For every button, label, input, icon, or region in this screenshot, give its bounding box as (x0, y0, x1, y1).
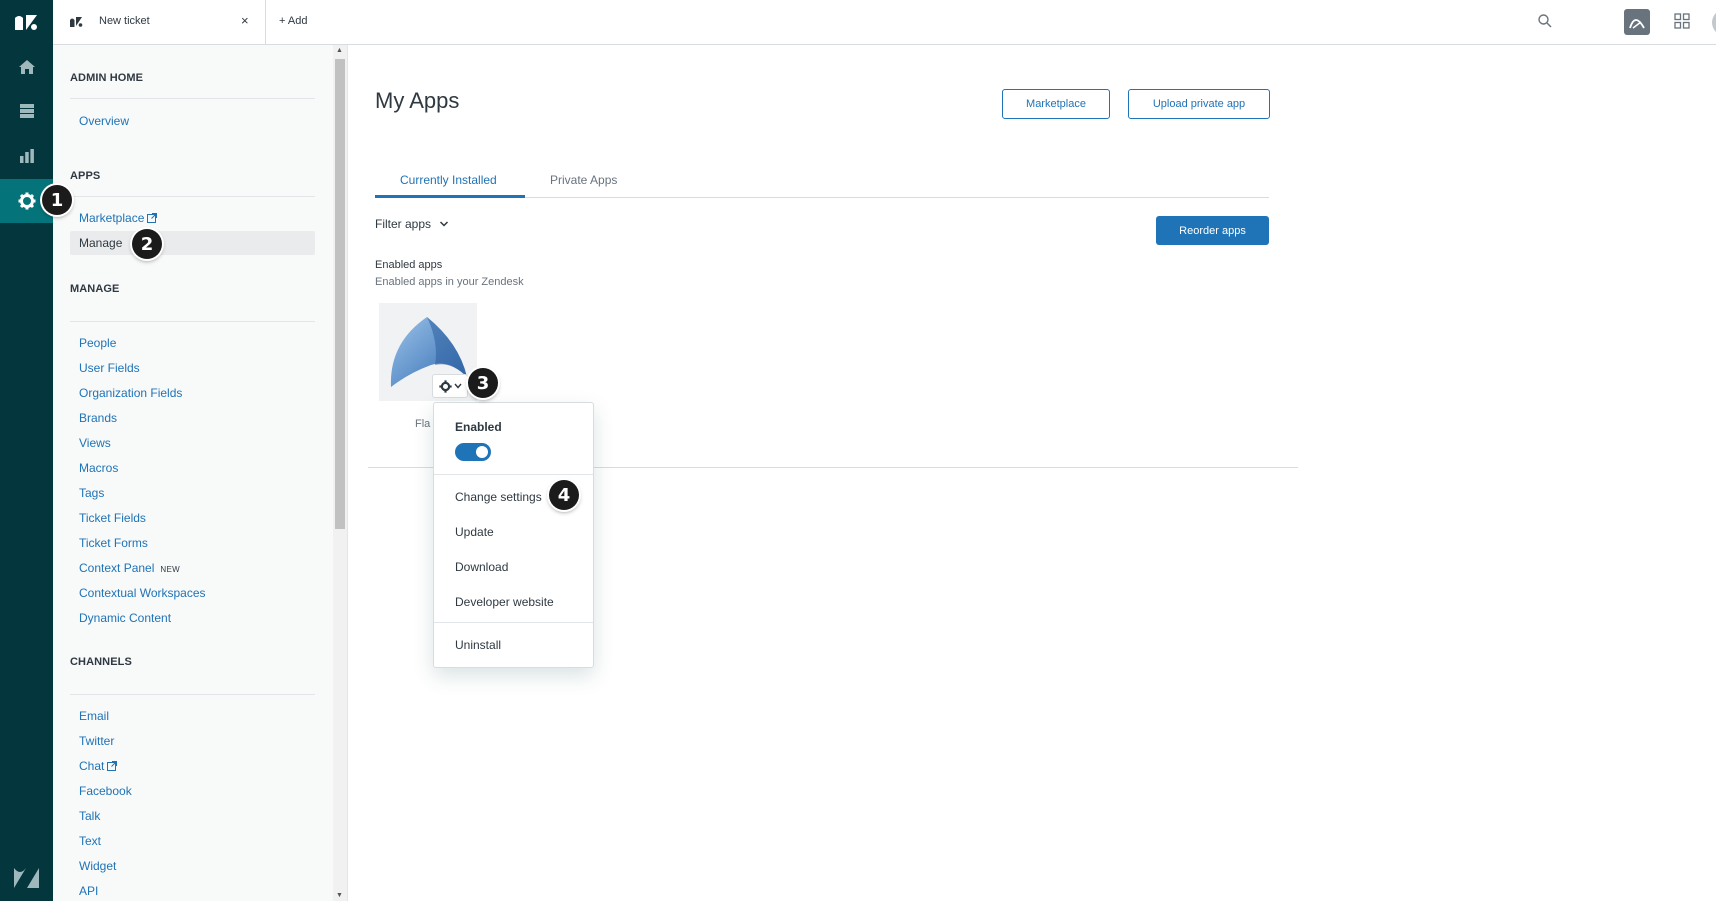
avatar-placeholder-icon (1712, 9, 1716, 36)
sidebar-item-manage[interactable]: Manage (70, 231, 315, 255)
external-link-icon (107, 761, 118, 771)
app-actions-menu: Enabled Change settings Update Download … (433, 402, 594, 668)
divider (70, 694, 315, 695)
menu-item-uninstall[interactable]: Uninstall (455, 638, 501, 652)
menu-item-change-settings[interactable]: Change settings (455, 490, 542, 504)
marketplace-button[interactable]: Marketplace (1002, 89, 1110, 119)
top-bar: New ticket × + Add (53, 0, 1716, 45)
upload-private-app-button[interactable]: Upload private app (1128, 89, 1270, 119)
step-badge-3: 3 (468, 368, 498, 398)
menu-item-update[interactable]: Update (455, 525, 494, 539)
products-grid-icon[interactable] (1674, 13, 1690, 29)
sidebar-item-views[interactable]: Views (79, 436, 111, 450)
sidebar-item-chat[interactable]: Chat (79, 759, 118, 773)
sidebar-item-email[interactable]: Email (79, 709, 109, 723)
sidebar-item-twitter[interactable]: Twitter (79, 734, 114, 748)
sidebar-item-context-panel[interactable]: Context Panel NEW (79, 561, 180, 575)
sidebar-item-macros[interactable]: Macros (79, 461, 118, 475)
sidebar-item-dynamic-content[interactable]: Dynamic Content (79, 611, 171, 625)
section-channels: CHANNELS (70, 656, 132, 668)
divider (70, 321, 315, 322)
sidebar-item-facebook[interactable]: Facebook (79, 784, 132, 798)
divider (434, 474, 593, 475)
sidebar-item-label: Chat (79, 759, 105, 773)
gear-icon (18, 192, 35, 210)
zendesk-support-logo-icon (15, 15, 37, 30)
step-badge-2: 2 (132, 229, 162, 259)
step-badge-1: 1 (42, 185, 72, 215)
sidebar-item-user-fields[interactable]: User Fields (79, 361, 140, 375)
filter-apps-label: Filter apps (375, 217, 432, 231)
add-button[interactable]: + Add (279, 15, 307, 27)
ticket-tab[interactable]: New ticket × (53, 0, 266, 44)
product-nav-rail (0, 0, 53, 901)
sidebar-item-ticket-fields[interactable]: Ticket Fields (79, 511, 146, 525)
user-avatar[interactable] (1712, 9, 1716, 36)
section-manage: MANAGE (70, 283, 120, 295)
gear-icon (438, 379, 452, 393)
ticket-logo-icon (70, 17, 83, 27)
divider (70, 196, 315, 197)
sidebar-item-contextual-workspaces[interactable]: Contextual Workspaces (79, 586, 206, 600)
reorder-apps-button[interactable]: Reorder apps (1156, 216, 1269, 245)
menu-item-download[interactable]: Download (455, 560, 508, 574)
sidebar-item-talk[interactable]: Talk (79, 809, 100, 823)
sidebar-item-overview[interactable]: Overview (79, 114, 129, 128)
tab-currently-installed[interactable]: Currently Installed (400, 173, 497, 187)
scroll-down-arrow-icon[interactable]: ▼ (336, 892, 343, 899)
sidebar-item-widget[interactable]: Widget (79, 859, 116, 873)
sidebar-item-api[interactable]: API (79, 884, 98, 898)
divider (434, 622, 593, 623)
views-nav-button[interactable] (0, 89, 53, 133)
ticket-tab-label: New ticket (99, 15, 150, 27)
divider (70, 98, 315, 99)
admin-sidebar: ADMIN HOME Overview APPS Marketplace Man… (53, 45, 333, 901)
scroll-up-arrow-icon[interactable]: ▲ (336, 47, 343, 54)
chevron-down-icon (453, 383, 462, 389)
home-icon (18, 60, 35, 74)
enabled-apps-subtitle: Enabled apps in your Zendesk (375, 276, 524, 288)
sidebar-item-label: Context Panel (79, 561, 155, 575)
zendesk-logo-icon (14, 868, 39, 888)
page-title: My Apps (375, 88, 460, 113)
app-settings-menu-button[interactable] (432, 374, 468, 398)
views-stack-icon (19, 104, 34, 118)
app-logo-icon (1629, 19, 1645, 29)
section-apps: APPS (70, 170, 101, 182)
sidebar-item-ticket-forms[interactable]: Ticket Forms (79, 536, 148, 550)
toggle-knob (476, 446, 488, 458)
sidebar-item-people[interactable]: People (79, 336, 116, 350)
bar-chart-icon (19, 149, 34, 163)
divider (347, 45, 348, 901)
filter-apps-dropdown[interactable]: Filter apps (375, 217, 449, 231)
sidebar-item-label: Marketplace (79, 211, 145, 225)
sidebar-item-organization-fields[interactable]: Organization Fields (79, 386, 182, 400)
enabled-label: Enabled (455, 420, 502, 434)
step-badge-4: 4 (549, 480, 579, 510)
sidebar-item-marketplace[interactable]: Marketplace (79, 211, 158, 225)
sidebar-scrollbar[interactable]: ▲ ▼ (333, 45, 347, 901)
app-name-label: Fla (415, 418, 431, 430)
sidebar-item-tags[interactable]: Tags (79, 486, 104, 500)
close-tab-icon[interactable]: × (241, 13, 249, 28)
menu-item-developer-website[interactable]: Developer website (455, 595, 554, 609)
home-nav-button[interactable] (0, 45, 53, 89)
sidebar-item-label: Manage (79, 236, 123, 250)
app-launcher-button[interactable] (1624, 9, 1650, 35)
sidebar-item-text[interactable]: Text (79, 834, 101, 848)
tab-private-apps[interactable]: Private Apps (550, 173, 617, 187)
search-icon[interactable] (1537, 13, 1553, 29)
reporting-nav-button[interactable] (0, 134, 53, 178)
enabled-apps-title: Enabled apps (375, 259, 443, 271)
section-admin-home: ADMIN HOME (70, 72, 144, 84)
external-link-icon (147, 213, 158, 223)
new-badge: NEW (160, 565, 180, 574)
sidebar-item-brands[interactable]: Brands (79, 411, 117, 425)
enabled-toggle[interactable] (455, 443, 491, 461)
scroll-thumb[interactable] (335, 59, 345, 529)
chevron-down-icon (440, 221, 449, 227)
active-tab-indicator (375, 195, 525, 198)
